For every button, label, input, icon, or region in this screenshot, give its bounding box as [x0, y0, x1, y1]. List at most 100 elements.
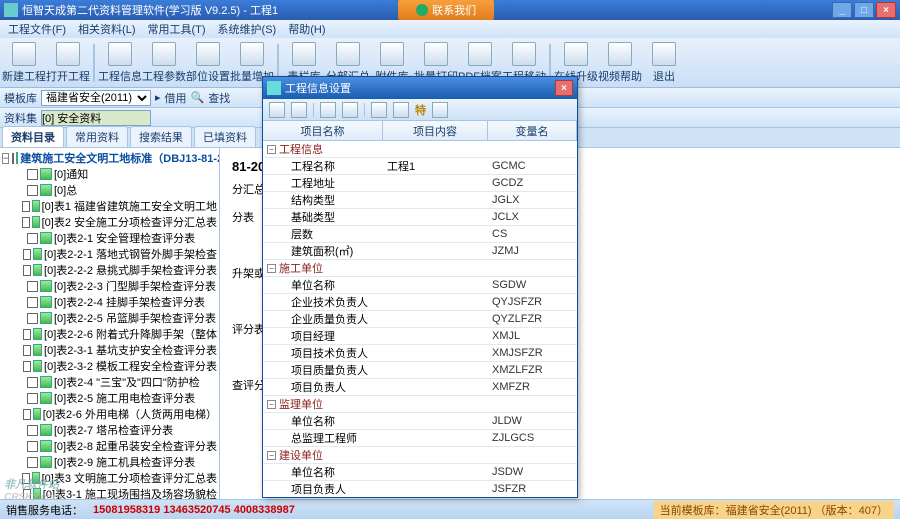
toolbar-新建工程[interactable]: 新建工程 — [2, 40, 46, 86]
toolbar-打开工程[interactable]: 打开工程 — [46, 40, 90, 86]
tree-root[interactable]: − 建筑施工安全文明工地标准（DBJ13-81-2 — [2, 150, 217, 166]
checkbox[interactable] — [27, 441, 38, 452]
menu-item[interactable]: 帮助(H) — [284, 21, 329, 37]
expand-icon[interactable]: − — [2, 153, 9, 164]
borrow-button[interactable]: 借用 — [165, 90, 187, 106]
checkbox[interactable] — [22, 201, 29, 212]
checkbox[interactable] — [27, 425, 38, 436]
maximize-button[interactable]: □ — [854, 2, 874, 18]
field-value[interactable]: 工程1 — [383, 158, 488, 174]
tree-node[interactable]: [0]表2-2-5 吊篮脚手架检查评分表 — [2, 310, 217, 326]
dlg-tool-6[interactable] — [393, 102, 409, 118]
checkbox[interactable] — [27, 297, 38, 308]
field-row[interactable]: 企业技术负责人QYJSFZR — [263, 294, 577, 311]
menu-item[interactable]: 相关资料(L) — [74, 21, 139, 37]
dlg-tool-4[interactable] — [342, 102, 358, 118]
tree-node[interactable]: [0]表2-2-2 悬挑式脚手架检查评分表 — [2, 262, 217, 278]
tree-node[interactable]: [0]表2-1 安全管理检查评分表 — [2, 230, 217, 246]
dialog-body[interactable]: −工程信息工程名称工程1GCMC工程地址GCDZ结构类型JGLX基础类型JCLX… — [263, 141, 577, 497]
menu-item[interactable]: 工程文件(F) — [4, 21, 70, 37]
checkbox[interactable] — [27, 233, 38, 244]
tree-node[interactable]: [0]表2 安全施工分项检查评分汇总表 — [2, 214, 217, 230]
field-row[interactable]: 基础类型JCLX — [263, 209, 577, 226]
checkbox[interactable] — [23, 265, 31, 276]
toolbar-视频帮助[interactable]: 视频帮助 — [598, 40, 642, 86]
checkbox[interactable] — [27, 185, 38, 196]
group-row[interactable]: −工程信息 — [263, 141, 577, 158]
tab-3[interactable]: 已填资料 — [194, 126, 256, 147]
tree-node[interactable]: [0]表2-7 塔吊检查评分表 — [2, 422, 217, 438]
toolbar-退出[interactable]: 退出 — [642, 40, 686, 86]
collapse-icon[interactable]: − — [267, 451, 276, 460]
checkbox[interactable] — [23, 249, 31, 260]
field-row[interactable]: 工程名称工程1GCMC — [263, 158, 577, 175]
field-row[interactable]: 工程地址GCDZ — [263, 175, 577, 192]
checkbox[interactable] — [23, 409, 31, 420]
dataset-input[interactable] — [41, 110, 151, 126]
field-row[interactable]: 结构类型JGLX — [263, 192, 577, 209]
dlg-spec-button[interactable]: 特 — [415, 102, 426, 118]
checkbox[interactable] — [23, 361, 31, 372]
checkbox[interactable] — [27, 377, 38, 388]
checkbox[interactable] — [23, 489, 31, 500]
tree-node[interactable]: [0]表2-4 "三宝"及"四口"防护检 — [2, 374, 217, 390]
field-row[interactable]: 建筑面积(㎡)JZMJ — [263, 243, 577, 260]
field-row[interactable]: 企业质量负责人QYZLFZR — [263, 311, 577, 328]
dlg-tool-2[interactable] — [291, 102, 307, 118]
tree-node[interactable]: [0]表3 文明施工分项检查评分汇总表 — [2, 470, 217, 486]
field-row[interactable]: 单位名称JLDW — [263, 413, 577, 430]
field-row[interactable]: 项目负责人XMFZR — [263, 379, 577, 396]
toolbar-部位设置[interactable]: 部位设置 — [186, 40, 230, 86]
checkbox[interactable] — [27, 313, 38, 324]
tree-node[interactable]: [0]通知 — [2, 166, 217, 182]
checkbox[interactable] — [23, 329, 31, 340]
group-row[interactable]: −施工单位 — [263, 260, 577, 277]
field-row[interactable]: 项目经理XMJL — [263, 328, 577, 345]
menu-item[interactable]: 系统维护(S) — [214, 21, 281, 37]
collapse-icon[interactable]: − — [267, 400, 276, 409]
dialog-titlebar[interactable]: 工程信息设置 × — [263, 77, 577, 99]
tree-node[interactable]: [0]表2-8 起重吊装安全检查评分表 — [2, 438, 217, 454]
tree-node[interactable]: [0]表2-9 施工机具检查评分表 — [2, 454, 217, 470]
field-row[interactable]: 项目质量负责人XMZLFZR — [263, 362, 577, 379]
dlg-tool-5[interactable] — [371, 102, 387, 118]
tree-node[interactable]: [0]表2-5 施工用电检查评分表 — [2, 390, 217, 406]
checkbox[interactable] — [27, 457, 38, 468]
checkbox[interactable] — [27, 393, 38, 404]
dlg-tool-3[interactable] — [320, 102, 336, 118]
tree-node[interactable]: [0]表1 福建省建筑施工安全文明工地 — [2, 198, 217, 214]
tab-0[interactable]: 资料目录 — [2, 126, 64, 147]
collapse-icon[interactable]: − — [267, 145, 276, 154]
menu-item[interactable]: 常用工具(T) — [144, 21, 210, 37]
close-button[interactable]: × — [876, 2, 896, 18]
field-row[interactable]: 总监理工程师ZJLGCS — [263, 430, 577, 447]
dlg-tool-1[interactable] — [269, 102, 285, 118]
dialog-close-button[interactable]: × — [555, 80, 573, 96]
tab-1[interactable]: 常用资料 — [66, 126, 128, 147]
tree-node[interactable]: [0]表2-3-2 模板工程安全检查评分表 — [2, 358, 217, 374]
checkbox[interactable] — [23, 345, 31, 356]
group-row[interactable]: −建设单位 — [263, 447, 577, 464]
field-row[interactable]: 单位名称SGDW — [263, 277, 577, 294]
tree-node[interactable]: [0]表2-2-1 落地式钢管外脚手架检查 — [2, 246, 217, 262]
dlg-tool-7[interactable] — [432, 102, 448, 118]
field-row[interactable]: 单位名称JSDW — [263, 464, 577, 481]
checkbox[interactable] — [12, 153, 14, 164]
checkbox[interactable] — [22, 473, 29, 484]
tree-node[interactable]: [0]表2-2-6 附着式升降脚手架（整体 — [2, 326, 217, 342]
tree-node[interactable]: [0]表2-3-1 基坑支护安全检查评分表 — [2, 342, 217, 358]
tree-node[interactable]: [0]总 — [2, 182, 217, 198]
toolbar-工程参数[interactable]: 工程参数 — [142, 40, 186, 86]
checkbox[interactable] — [27, 281, 38, 292]
search-button[interactable]: 查找 — [208, 90, 230, 106]
contact-strip[interactable]: 联系我们 — [398, 0, 494, 20]
field-row[interactable]: 层数CS — [263, 226, 577, 243]
tree-node[interactable]: [0]表2-6 外用电梯（人货两用电梯） — [2, 406, 217, 422]
tree-node[interactable]: [0]表2-2-4 挂脚手架检查评分表 — [2, 294, 217, 310]
field-row[interactable]: 项目技术负责人XMJSFZR — [263, 345, 577, 362]
group-row[interactable]: −监理单位 — [263, 396, 577, 413]
minimize-button[interactable]: _ — [832, 2, 852, 18]
tab-2[interactable]: 搜索结果 — [130, 126, 192, 147]
checkbox[interactable] — [22, 217, 29, 228]
tree-node[interactable]: [0]表2-2-3 门型脚手架检查评分表 — [2, 278, 217, 294]
